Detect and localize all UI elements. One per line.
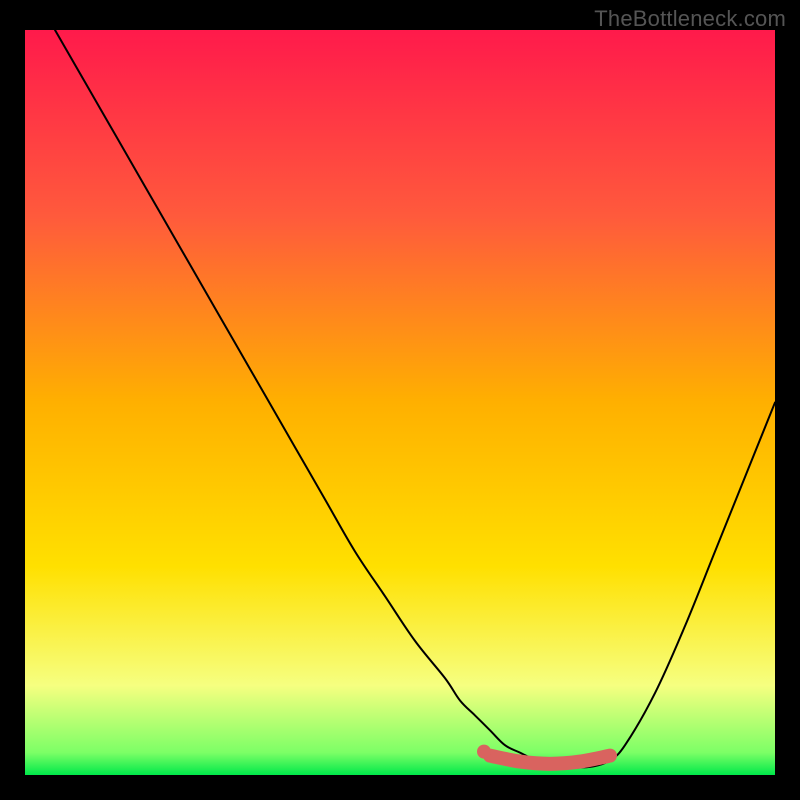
chart-frame: TheBottleneck.com	[0, 0, 800, 800]
plot-area	[25, 30, 775, 775]
optimal-zone-start-dot	[477, 745, 491, 759]
optimal-zone-marker	[490, 756, 610, 764]
watermark-text: TheBottleneck.com	[594, 6, 786, 32]
gradient-background	[25, 30, 775, 775]
bottleneck-chart	[25, 30, 775, 775]
